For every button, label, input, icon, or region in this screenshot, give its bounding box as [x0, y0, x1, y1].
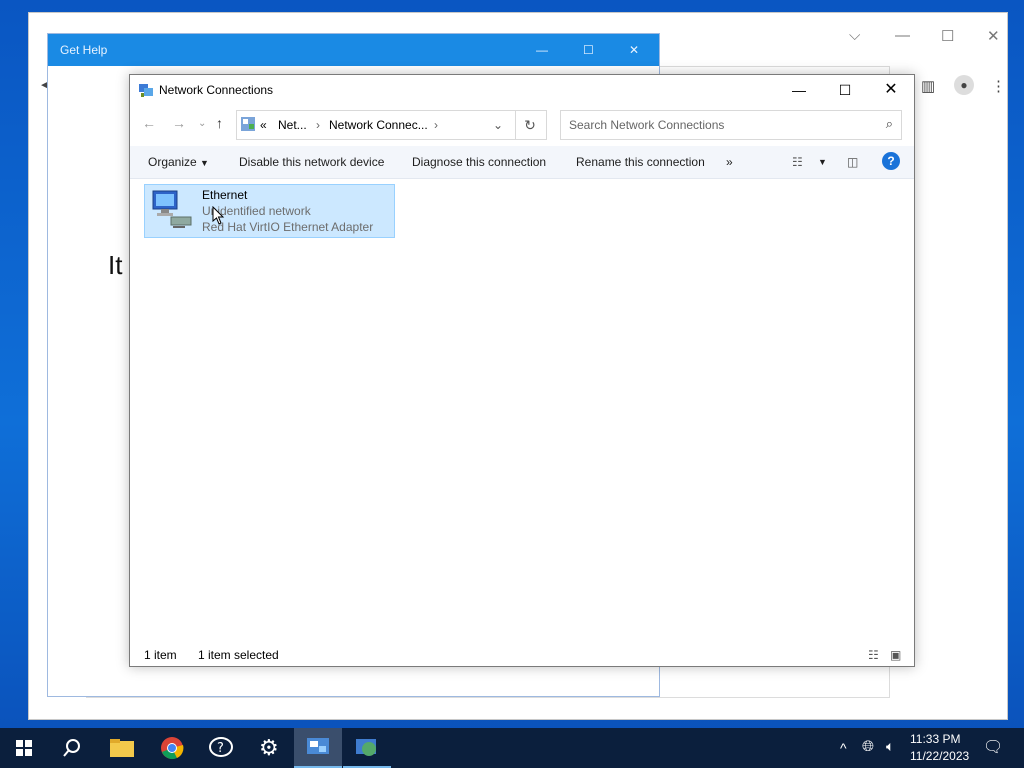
- status-bar: 1 item 1 item selected ☷ ▣: [130, 643, 914, 665]
- chrome-icon: [161, 737, 184, 760]
- ethernet-adapter-icon: [152, 190, 192, 228]
- get-help-titlebar[interactable]: Get Help — ☐ ✕: [48, 34, 659, 66]
- clock-time[interactable]: 11:33 PM: [910, 732, 960, 746]
- change-view-icon[interactable]: ☷: [792, 155, 803, 169]
- caret-down-icon: ▼: [200, 158, 209, 168]
- breadcrumb-separator-icon[interactable]: ›: [316, 118, 320, 132]
- gear-icon: ⚙: [259, 735, 279, 760]
- forward-arrow-icon[interactable]: →: [172, 115, 186, 131]
- help-icon[interactable]: ?: [882, 152, 900, 170]
- selected-count: 1 item selected: [198, 648, 279, 662]
- folder-icon: [110, 739, 134, 757]
- notifications-icon[interactable]: 🗨︎: [983, 737, 1003, 757]
- organize-menu[interactable]: Organize ▼: [148, 155, 209, 169]
- sidebar-icon[interactable]: ▥: [921, 77, 935, 95]
- minimize-icon[interactable]: —: [536, 43, 548, 57]
- file-explorer-taskbar-button[interactable]: [98, 728, 146, 768]
- maximize-icon[interactable]: ☐: [941, 27, 954, 45]
- file-list: Ethernet Unidentified network Red Hat Vi…: [130, 179, 914, 639]
- svg-text:?: ?: [217, 741, 224, 756]
- windows-logo-icon: [16, 740, 32, 756]
- close-icon[interactable]: ✕: [629, 43, 639, 57]
- maximize-button[interactable]: ☐: [822, 75, 868, 105]
- rename-connection-button[interactable]: Rename this connection: [576, 155, 705, 169]
- settings-taskbar-button[interactable]: ⚙: [245, 728, 293, 768]
- command-bar: Organize ▼ Disable this network device D…: [130, 146, 914, 179]
- control-panel-icon: [307, 738, 329, 754]
- network-app-taskbar-button[interactable]: [343, 728, 391, 768]
- navigation-bar: ← → ⌄ ↑ « Net... › Network Connec... › ⌄…: [130, 105, 914, 143]
- organize-label: Organize: [148, 155, 197, 169]
- breadcrumb-overflow[interactable]: «: [260, 118, 267, 132]
- details-view-icon[interactable]: ☷: [868, 648, 879, 662]
- chevron-down-icon[interactable]: ⌵: [849, 27, 860, 44]
- speaker-muted-icon[interactable]: 🔈︎: [886, 738, 894, 755]
- connection-name: Ethernet: [202, 188, 248, 202]
- up-arrow-icon[interactable]: ↑: [216, 115, 223, 131]
- start-button[interactable]: [0, 728, 48, 768]
- close-icon[interactable]: ✕: [987, 27, 1000, 45]
- get-help-heading: It: [108, 250, 123, 280]
- recent-locations-chevron-icon[interactable]: ⌄: [198, 118, 206, 129]
- refresh-button[interactable]: ↻: [514, 110, 547, 140]
- network-globe-icon: [356, 739, 376, 756]
- disable-device-button[interactable]: Disable this network device: [239, 155, 384, 169]
- get-help-icon: ?: [209, 737, 233, 757]
- breadcrumb-network[interactable]: Net...: [278, 118, 307, 132]
- diagnose-connection-button[interactable]: Diagnose this connection: [412, 155, 546, 169]
- maximize-icon[interactable]: ☐: [583, 43, 594, 57]
- search-input[interactable]: Search Network Connections: [569, 118, 724, 132]
- view-dropdown-icon[interactable]: ▼: [818, 157, 827, 167]
- title-bar[interactable]: Network Connections — ☐ ✕: [130, 75, 914, 105]
- show-hidden-icons-chevron-icon[interactable]: ^: [840, 740, 847, 756]
- connection-adapter: Red Hat VirtIO Ethernet Adapter: [202, 220, 374, 234]
- close-button[interactable]: ✕: [868, 75, 914, 105]
- search-icon[interactable]: ⌕: [886, 116, 893, 132]
- clock-date[interactable]: 11/22/2023: [910, 749, 969, 763]
- large-icons-view-icon[interactable]: ▣: [890, 648, 901, 662]
- more-commands-button[interactable]: »: [726, 155, 733, 169]
- item-count: 1 item: [144, 648, 177, 662]
- network-connections-window: Network Connections — ☐ ✕ ← → ⌄ ↑ « Net.…: [129, 74, 915, 667]
- window-title: Network Connections: [159, 83, 274, 97]
- breadcrumb-network-connections[interactable]: Network Connec...: [329, 118, 428, 132]
- ethernet-connection-item[interactable]: Ethernet Unidentified network Red Hat Vi…: [144, 184, 395, 238]
- minimize-button[interactable]: —: [776, 75, 822, 105]
- mouse-cursor-icon: [212, 206, 225, 225]
- address-dropdown-icon[interactable]: ⌄: [493, 118, 503, 132]
- network-connections-icon: [139, 84, 153, 97]
- chrome-taskbar-button[interactable]: [148, 728, 196, 768]
- network-globe-icon[interactable]: 🌐︎: [862, 738, 874, 755]
- minimize-icon[interactable]: —: [895, 27, 910, 44]
- more-menu-icon[interactable]: ⋮: [991, 77, 1006, 95]
- get-help-title: Get Help: [60, 43, 108, 57]
- search-icon: [63, 739, 80, 757]
- breadcrumb-separator-icon[interactable]: ›: [434, 118, 438, 132]
- profile-avatar-icon[interactable]: ●: [954, 75, 974, 95]
- address-bar[interactable]: « Net... › Network Connec... › ⌄: [236, 110, 516, 140]
- back-arrow-icon[interactable]: ←: [142, 115, 156, 131]
- search-box[interactable]: Search Network Connections ⌕: [560, 110, 902, 140]
- taskbar: ? ⚙ ^ 🌐︎ 🔈︎ 11:33 PM 11/22/2023 🗨︎: [0, 728, 1024, 768]
- get-help-taskbar-button[interactable]: ?: [196, 728, 244, 768]
- preview-pane-icon[interactable]: ◫: [847, 155, 858, 169]
- control-panel-icon: [241, 117, 255, 131]
- network-connections-taskbar-button[interactable]: [294, 728, 342, 768]
- search-taskbar-button[interactable]: [48, 728, 96, 768]
